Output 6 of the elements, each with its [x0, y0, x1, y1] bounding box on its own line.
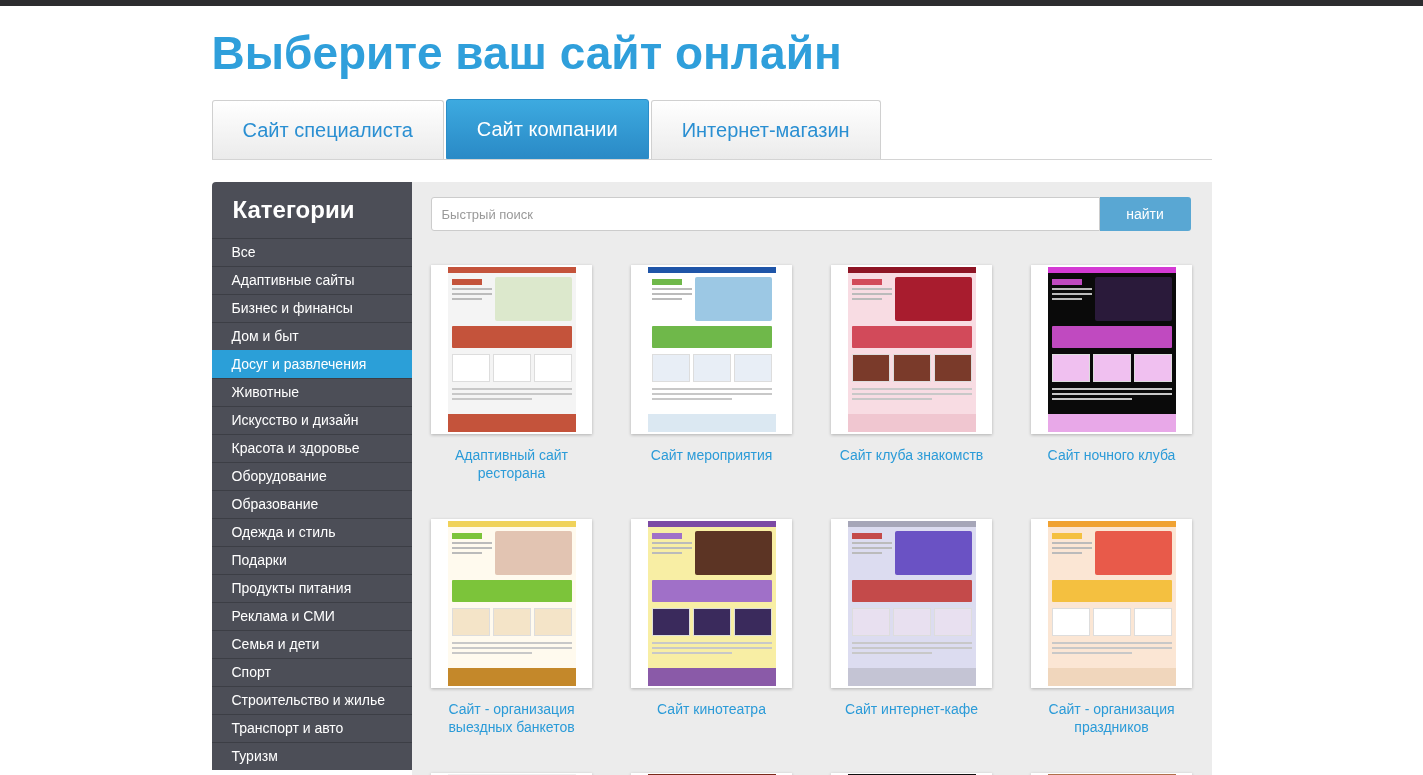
search-field[interactable]: Быстрый поиск	[430, 197, 1100, 231]
website-preview-drawing[interactable]	[631, 519, 792, 688]
sidebar-heading: Категории	[232, 195, 355, 225]
website-preview-drawing[interactable]	[831, 265, 992, 434]
website-preview-drawing[interactable]	[1031, 265, 1192, 434]
website-preview-drawing[interactable]	[631, 265, 792, 434]
